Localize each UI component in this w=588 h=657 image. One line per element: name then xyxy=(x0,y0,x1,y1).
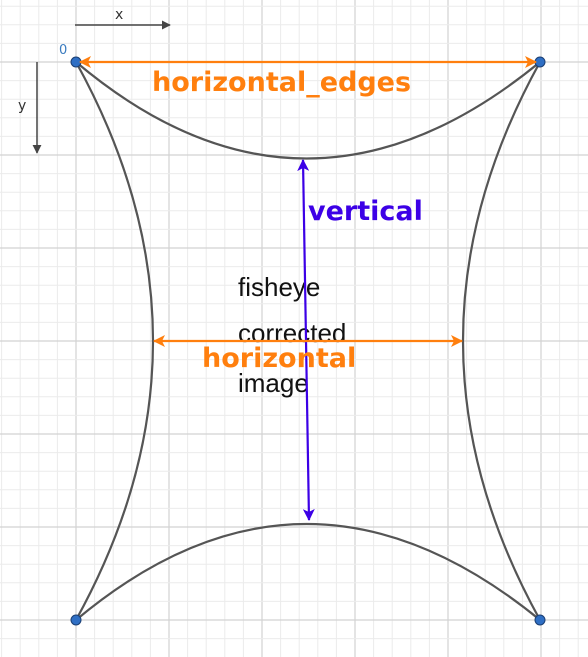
horizontal-edges-label: horizontal_edges xyxy=(152,67,411,98)
vertical-label: vertical xyxy=(308,196,423,227)
center-caption: fisheye corrected image xyxy=(238,272,346,398)
bottom-edge-curve xyxy=(75,522,541,621)
origin-label: 0 xyxy=(59,43,67,58)
center-line-fisheye: fisheye xyxy=(238,272,320,302)
corner-point-bottom-left xyxy=(70,614,82,626)
corner-point-top-left xyxy=(70,56,82,68)
corner-point-top-right xyxy=(534,56,546,68)
diagram-svg: x y 0 fisheye corrected image horizontal… xyxy=(0,0,588,657)
corner-point-bottom-right xyxy=(534,614,546,626)
x-axis-label: x xyxy=(115,7,123,23)
horizontal-label: horizontal xyxy=(202,343,356,374)
diagram-canvas: x y 0 fisheye corrected image horizontal… xyxy=(0,0,588,657)
y-axis-indicator: y xyxy=(18,62,42,154)
y-axis-label: y xyxy=(18,98,26,114)
x-axis-indicator: x xyxy=(75,7,171,30)
